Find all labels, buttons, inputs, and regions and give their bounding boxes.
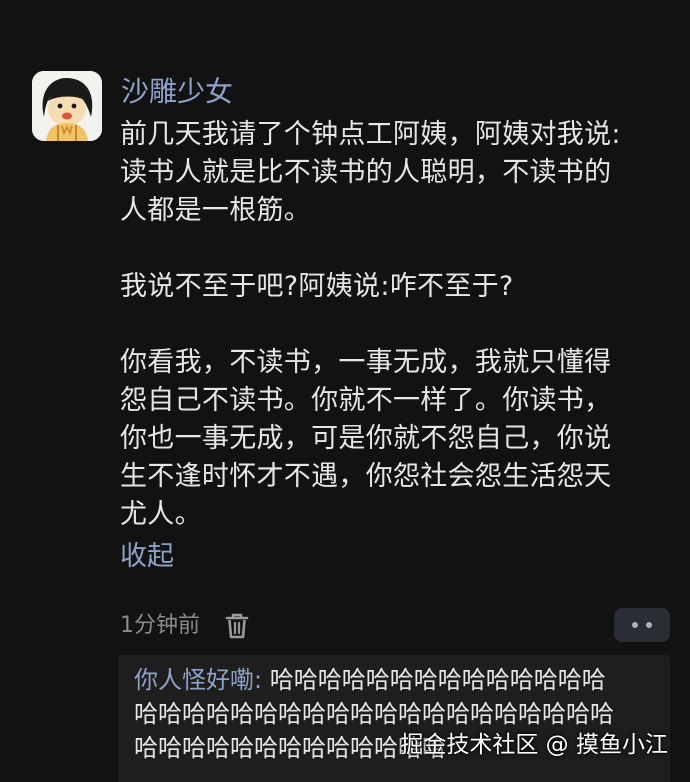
reply-line: 哈哈哈哈哈哈哈哈哈哈哈哈哈哈哈哈哈哈哈哈	[134, 700, 614, 728]
comment-author-name[interactable]: 沙雕少女	[121, 72, 233, 112]
reply-text: 哈哈哈哈哈哈哈哈哈哈哈哈哈哈	[262, 666, 606, 694]
delete-button[interactable]	[224, 612, 250, 640]
trash-icon	[225, 613, 249, 639]
comment-line: 你看我，不读书，一事无成，我就只懂得	[120, 347, 612, 378]
comment-screen: 沙雕少女 前几天我请了个钟点工阿姨，阿姨对我说: 读书人就是比不读书的人聪明，不…	[0, 0, 690, 782]
comment-line: 读书人就是比不读书的人聪明，不读书的	[120, 157, 612, 188]
comment-timestamp: 1分钟前	[120, 613, 200, 638]
reply-preview[interactable]: 你人怪好嘞: 哈哈哈哈哈哈哈哈哈哈哈哈哈哈 哈哈哈哈哈哈哈哈哈哈哈哈哈哈哈哈哈哈…	[118, 655, 670, 782]
cartoon-girl-avatar-icon	[32, 71, 102, 141]
comment-paragraph: 我说不至于吧?阿姨说:咋不至于?	[120, 268, 660, 306]
comment-line: 人都是一根筋。	[120, 195, 312, 226]
reply-author-name[interactable]: 你人怪好嘞:	[134, 666, 262, 694]
comment-line: 生不逢时怀才不遇，你怨社会怨生活怨天	[120, 461, 612, 492]
comment-line: 前几天我请了个钟点工阿姨，阿姨对我说:	[120, 119, 621, 150]
more-options-button[interactable]	[614, 608, 670, 642]
reply-line: 你人怪好嘞: 哈哈哈哈哈哈哈哈哈哈哈哈哈哈	[134, 663, 656, 697]
comment-paragraph: 你看我，不读书，一事无成，我就只懂得 怨自己不读书。你就不一样了。你读书， 你也…	[120, 344, 660, 534]
comment-paragraph: 前几天我请了个钟点工阿姨，阿姨对我说: 读书人就是比不读书的人聪明，不读书的 人…	[120, 116, 660, 230]
comment-line: 我说不至于吧?阿姨说:咋不至于?	[120, 271, 514, 302]
comment-line: 怨自己不读书。你就不一样了。你读书，	[120, 385, 612, 416]
comment-body: 前几天我请了个钟点工阿姨，阿姨对我说: 读书人就是比不读书的人聪明，不读书的 人…	[120, 116, 660, 534]
collapse-link[interactable]: 收起	[120, 538, 174, 576]
comment-line: 尤人。	[120, 499, 202, 530]
comment-line: 你也一事无成，可是你就不怨自己，你说	[120, 423, 612, 454]
more-dots-icon	[646, 622, 652, 628]
watermark: 掘金技术社区 @ 摸鱼小江	[400, 732, 668, 758]
avatar[interactable]	[32, 71, 102, 141]
more-dots-icon	[632, 622, 638, 628]
